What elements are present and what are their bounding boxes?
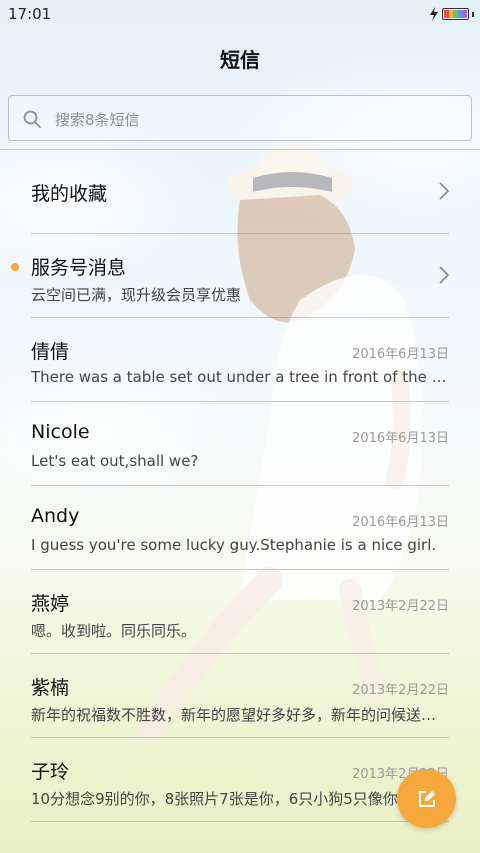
thread-name: 子玲 bbox=[31, 761, 70, 783]
thread-name: 紫楠 bbox=[31, 677, 70, 699]
service-preview: 云空间已满，现升级会员享优惠 bbox=[31, 286, 242, 304]
chevron-right-icon bbox=[439, 266, 449, 284]
battery-icon bbox=[442, 8, 469, 20]
thread-row[interactable]: 倩倩 2016年6月13日 There was a table set out … bbox=[0, 318, 480, 402]
thread-date: 2013年2月22日 bbox=[352, 683, 449, 698]
thread-row[interactable]: 燕婷 2013年2月22日 嗯。收到啦。同乐同乐。 bbox=[0, 570, 480, 654]
search-bar[interactable]: 搜索8条短信 bbox=[8, 95, 472, 141]
status-time: 17:01 bbox=[8, 5, 52, 23]
row-divider bbox=[31, 821, 449, 822]
thread-date: 2016年6月13日 bbox=[352, 515, 449, 530]
thread-preview: There was a table set out under a tree i… bbox=[31, 368, 449, 386]
search-icon bbox=[23, 110, 41, 128]
thread-name: 燕婷 bbox=[31, 593, 70, 615]
page-title: 短信 bbox=[220, 48, 260, 72]
favorites-label: 我的收藏 bbox=[31, 183, 108, 205]
thread-row[interactable]: 紫楠 2013年2月22日 新年的祝福数不胜数，新年的愿望好多好多，新年的问候送… bbox=[0, 654, 480, 738]
thread-date: 2016年6月13日 bbox=[352, 347, 449, 362]
thread-row[interactable]: Andy 2016年6月13日 I guess you're some luck… bbox=[0, 486, 480, 570]
unread-dot bbox=[11, 263, 19, 271]
status-indicators bbox=[429, 7, 474, 21]
chevron-right-icon bbox=[439, 182, 449, 200]
service-title: 服务号消息 bbox=[31, 257, 127, 279]
thread-preview: 新年的祝福数不胜数，新年的愿望好多好多，新年的问候送给你 bbox=[31, 706, 449, 724]
thread-preview: 10分想念9别的你，8张照片7张是你，6只小狗5只像你 bbox=[31, 790, 398, 808]
thread-date: 2016年6月13日 bbox=[352, 431, 449, 446]
thread-preview: 嗯。收到啦。同乐同乐。 bbox=[31, 622, 197, 640]
thread-date: 2013年2月22日 bbox=[352, 599, 449, 614]
thread-preview: Let's eat out,shall we? bbox=[31, 452, 199, 470]
battery-cap bbox=[472, 11, 474, 17]
compose-icon bbox=[418, 790, 435, 807]
service-messages-row[interactable]: 服务号消息 云空间已满，现升级会员享优惠 bbox=[0, 234, 480, 318]
search-placeholder: 搜索8条短信 bbox=[55, 111, 140, 129]
compose-button[interactable] bbox=[397, 769, 456, 828]
favorites-row[interactable]: 我的收藏 bbox=[0, 150, 480, 234]
thread-preview: I guess you're some lucky guy.Stephanie … bbox=[31, 536, 437, 554]
thread-row[interactable]: Nicole 2016年6月13日 Let's eat out,shall we… bbox=[0, 402, 480, 486]
charging-icon bbox=[430, 7, 438, 21]
thread-name: Nicole bbox=[31, 421, 90, 443]
status-bar: 17:01 bbox=[0, 0, 480, 28]
thread-name: 倩倩 bbox=[31, 341, 70, 363]
thread-name: Andy bbox=[31, 505, 80, 527]
